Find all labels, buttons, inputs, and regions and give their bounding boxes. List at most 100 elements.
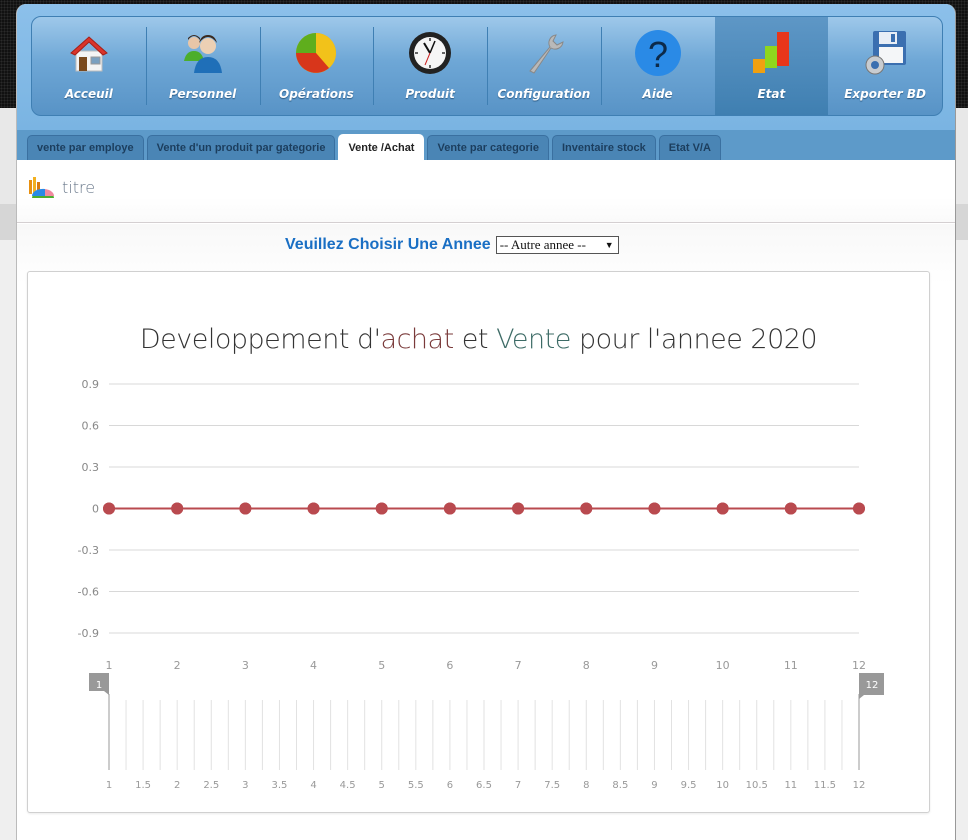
tab-vente-achat[interactable]: Vente /Achat bbox=[338, 134, 425, 160]
y-tick-label: -0.3 bbox=[78, 544, 99, 557]
wrench-icon bbox=[529, 34, 564, 74]
menu-label: Acceuil bbox=[64, 87, 113, 101]
range-start-label: 1 bbox=[96, 680, 102, 691]
menu-label: Configuration bbox=[497, 87, 591, 101]
menu-item-exporter-bd[interactable]: Exporter BD bbox=[828, 17, 942, 115]
data-point-achat[interactable] bbox=[103, 502, 115, 515]
y-tick-label: 0 bbox=[92, 503, 99, 516]
report-tabs: vente par employe Vente d'un produit par… bbox=[17, 130, 955, 160]
y-tick-label: 0.3 bbox=[82, 461, 100, 474]
range-tick-label: 9 bbox=[651, 780, 657, 791]
menu-label: Opérations bbox=[279, 87, 354, 101]
data-point-achat[interactable] bbox=[580, 502, 593, 515]
data-point-achat[interactable] bbox=[648, 502, 661, 515]
range-tick-label: 2 bbox=[174, 780, 180, 791]
range-tick-label: 1.5 bbox=[135, 780, 151, 791]
year-filter: Veuillez Choisir Une Annee -- Autre anne… bbox=[285, 236, 619, 254]
menu-item-etat[interactable]: Etat bbox=[714, 17, 829, 115]
chevron-down-icon: ▼ bbox=[604, 240, 614, 250]
menu-item-produit[interactable]: Produit bbox=[373, 17, 487, 115]
y-tick-label: 0.6 bbox=[82, 420, 100, 433]
tab-etat-va[interactable]: Etat V/A bbox=[658, 135, 721, 160]
range-tick-label: 4 bbox=[310, 780, 316, 791]
x-tick-label: 8 bbox=[583, 659, 590, 672]
chart-panel: Developpement d'achat et Vente pour l'an… bbox=[27, 271, 930, 813]
data-point-achat[interactable] bbox=[443, 502, 456, 515]
menu-item-personnel[interactable]: Personnel bbox=[145, 17, 260, 115]
range-tick-label: 5.5 bbox=[408, 780, 424, 791]
range-tick-label: 8 bbox=[583, 780, 589, 791]
y-tick-label: 0.9 bbox=[82, 378, 100, 391]
range-tick-label: 3 bbox=[242, 780, 248, 791]
users-icon bbox=[183, 35, 222, 73]
range-tick-label: 12 bbox=[853, 780, 866, 791]
range-tick-label: 7.5 bbox=[544, 780, 560, 791]
app-window: Acceuil Personnel Opérations Produit Con… bbox=[16, 4, 956, 840]
data-point-achat[interactable] bbox=[171, 502, 184, 515]
tab-vente-produit-par-categorie[interactable]: Vente d'un produit par gategorie bbox=[146, 135, 336, 160]
pie-chart-icon bbox=[296, 33, 337, 73]
menu-label: Personnel bbox=[168, 87, 237, 101]
x-tick-label: 11 bbox=[784, 659, 798, 672]
year-select[interactable]: -- Autre annee -- ▼ bbox=[495, 236, 619, 254]
data-point-achat[interactable] bbox=[375, 502, 388, 515]
x-tick-label: 3 bbox=[242, 659, 249, 672]
data-point-achat[interactable] bbox=[784, 502, 797, 515]
page-title: titre bbox=[62, 178, 96, 197]
data-point-achat[interactable] bbox=[716, 502, 729, 515]
menu-item-configuration[interactable]: Configuration bbox=[487, 17, 601, 115]
x-tick-label: 6 bbox=[446, 659, 453, 672]
y-tick-label: -0.9 bbox=[78, 627, 99, 640]
data-point-achat[interactable] bbox=[512, 502, 525, 515]
page-header: titre bbox=[17, 160, 955, 223]
floppy-gear-icon bbox=[865, 31, 907, 75]
menu-item-operations[interactable]: Opérations bbox=[259, 17, 374, 115]
menu-item-acceuil[interactable]: Acceuil bbox=[32, 17, 146, 115]
line-chart: 0.90.60.30-0.3-0.6-0.91 2 3 4 5 6 7 8 9 10 11 121 1.… bbox=[78, 378, 884, 791]
range-tick-label: 3.5 bbox=[272, 780, 288, 791]
range-end-label: 12 bbox=[866, 680, 879, 691]
menu-label: Etat bbox=[757, 87, 786, 101]
main-content: Veuillez Choisir Une Annee -- Autre anne… bbox=[17, 224, 955, 840]
range-tick-label: 2.5 bbox=[203, 780, 219, 791]
x-tick-label: 1 bbox=[106, 659, 113, 672]
y-tick-label: -0.6 bbox=[78, 586, 99, 599]
tab-vente-par-categorie[interactable]: Vente par categorie bbox=[427, 135, 549, 160]
menu-label: Aide bbox=[642, 87, 673, 101]
x-tick-label: 9 bbox=[651, 659, 658, 672]
main-menu: Acceuil Personnel Opérations Produit Con… bbox=[31, 16, 943, 116]
svg-text:?: ? bbox=[648, 34, 668, 75]
range-tick-label: 10.5 bbox=[746, 780, 768, 791]
year-filter-label: Veuillez Choisir Une Annee bbox=[285, 236, 491, 253]
range-tick-label: 6 bbox=[447, 780, 453, 791]
x-tick-label: 10 bbox=[716, 659, 730, 672]
data-point-achat[interactable] bbox=[239, 502, 252, 515]
data-point-achat[interactable] bbox=[853, 502, 865, 515]
range-tick-label: 6.5 bbox=[476, 780, 492, 791]
tab-inventaire-stock[interactable]: Inventaire stock bbox=[551, 135, 656, 160]
x-tick-label: 4 bbox=[310, 659, 317, 672]
range-tick-label: 9.5 bbox=[681, 780, 697, 791]
range-tick-label: 10 bbox=[716, 780, 729, 791]
help-icon: ? bbox=[634, 30, 681, 76]
menu-label: Produit bbox=[405, 87, 455, 101]
range-tick-label: 5 bbox=[379, 780, 385, 791]
clock-icon bbox=[409, 32, 452, 74]
data-point-achat[interactable] bbox=[307, 502, 320, 515]
x-tick-label: 5 bbox=[378, 659, 385, 672]
x-tick-label: 7 bbox=[515, 659, 522, 672]
header-band: Acceuil Personnel Opérations Produit Con… bbox=[17, 4, 955, 130]
range-tick-label: 8.5 bbox=[612, 780, 628, 791]
range-tick-label: 11 bbox=[784, 780, 797, 791]
range-tick-label: 11.5 bbox=[814, 780, 836, 791]
range-tick-label: 7 bbox=[515, 780, 521, 791]
x-tick-label: 12 bbox=[852, 659, 866, 672]
menu-item-aide[interactable]: ? Aide bbox=[600, 17, 715, 115]
tab-vente-par-employe[interactable]: vente par employe bbox=[27, 135, 144, 160]
range-tick-label: 1 bbox=[106, 780, 112, 791]
chart-report-icon bbox=[29, 177, 55, 198]
menu-label: Exporter BD bbox=[844, 87, 927, 101]
year-select-value: -- Autre annee -- bbox=[499, 237, 586, 252]
x-tick-label: 2 bbox=[174, 659, 181, 672]
range-tick-label: 4.5 bbox=[340, 780, 356, 791]
